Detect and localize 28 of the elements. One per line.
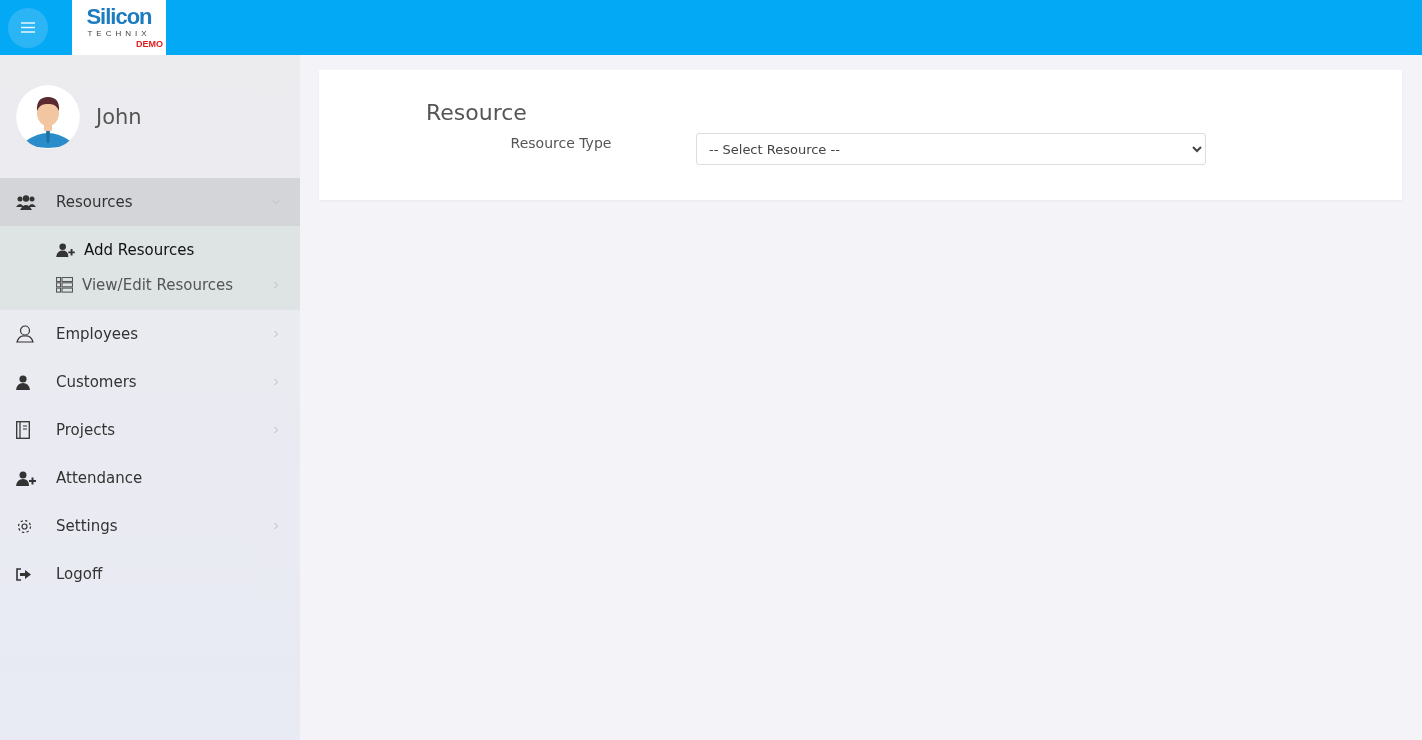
avatar-icon <box>16 84 80 149</box>
settings-icon <box>16 517 33 535</box>
menu-icon <box>21 22 35 33</box>
menu-button[interactable] <box>8 7 48 48</box>
user-name: John <box>96 104 142 129</box>
notebook-icon <box>16 421 30 439</box>
sidebar-item[interactable]: Projects <box>0 406 300 454</box>
sidebar-item[interactable]: Settings <box>0 502 300 550</box>
sidebar-item[interactable]: Employees <box>0 310 300 358</box>
user-plus-icon <box>56 242 75 257</box>
user-icon <box>16 325 34 343</box>
form-title: Resource <box>426 100 528 125</box>
resource-type-select[interactable]: -- Select Resource -- <box>696 133 1206 165</box>
submenu-item[interactable]: View/Edit Resources <box>0 267 300 302</box>
sidebar-item[interactable]: Customers <box>0 358 300 406</box>
user-icon <box>16 374 30 390</box>
sidebar-item[interactable]: Attendance <box>0 454 300 502</box>
logo-name: Silicon <box>86 5 152 29</box>
logo-tagline: TECHNIX <box>87 29 151 39</box>
sidebar-item[interactable]: Resources <box>0 178 300 226</box>
demo-label: DEMO <box>136 39 163 50</box>
user-plus-icon <box>16 470 36 486</box>
users-icon <box>16 194 36 210</box>
list-icon <box>56 276 73 293</box>
logout-icon <box>16 567 31 581</box>
sidebar-item[interactable]: Logoff <box>0 550 300 598</box>
submenu-item[interactable]: Add Resources <box>0 232 300 267</box>
field-label: Resource Type <box>509 134 613 151</box>
